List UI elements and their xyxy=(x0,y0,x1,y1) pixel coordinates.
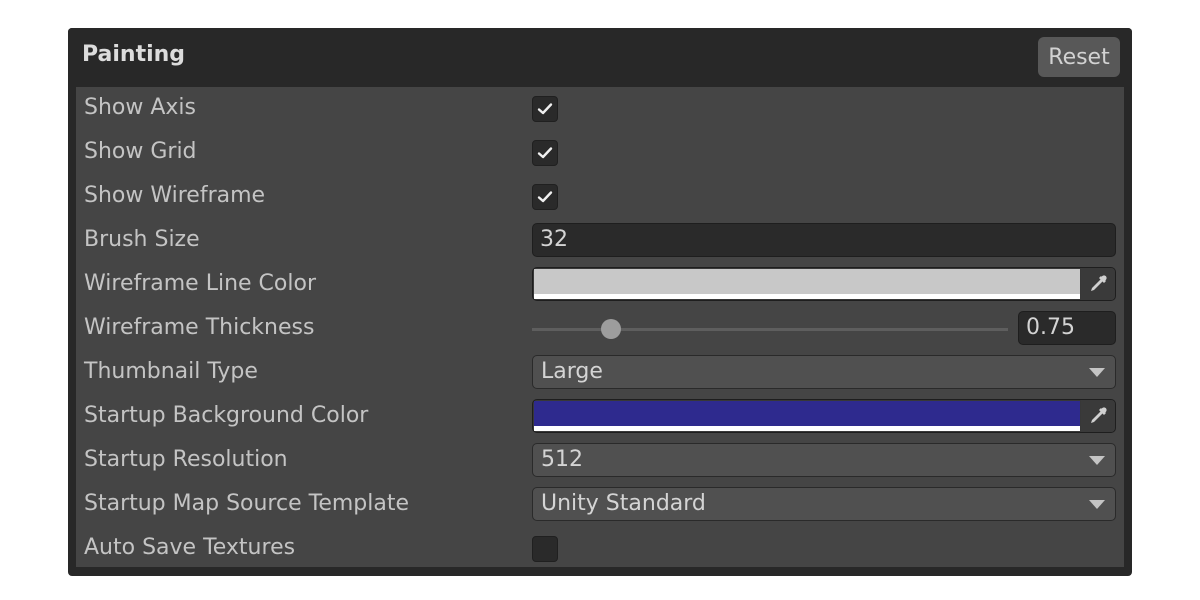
thumbnail-type-value: Large xyxy=(541,359,603,384)
row-wireframe-line-color: Wireframe Line Color xyxy=(76,263,1124,307)
eyedropper-button[interactable] xyxy=(1081,400,1115,432)
eyedropper-button[interactable] xyxy=(1081,268,1115,300)
startup-resolution-dropdown[interactable]: 512 xyxy=(532,443,1116,477)
wireframe-thickness-input[interactable]: 0.75 xyxy=(1018,311,1116,345)
chevron-down-icon xyxy=(1089,456,1105,465)
show-wireframe-checkbox[interactable] xyxy=(532,184,558,210)
thumbnail-type-label: Thumbnail Type xyxy=(84,359,258,384)
checkmark-icon xyxy=(537,103,553,115)
alpha-bar xyxy=(534,294,1080,299)
wireframe-thickness-slider-thumb[interactable] xyxy=(600,319,621,339)
show-grid-checkbox[interactable] xyxy=(532,140,558,166)
show-axis-checkbox[interactable] xyxy=(532,96,558,122)
wireframe-line-color-field[interactable] xyxy=(532,267,1116,301)
eyedropper-icon xyxy=(1091,407,1107,423)
startup-map-source-template-label: Startup Map Source Template xyxy=(84,491,410,516)
row-brush-size: Brush Size 32 xyxy=(76,219,1124,263)
chevron-down-icon xyxy=(1089,500,1105,509)
wireframe-thickness-label: Wireframe Thickness xyxy=(84,315,315,340)
startup-resolution-value: 512 xyxy=(541,447,583,472)
brush-size-input[interactable]: 32 xyxy=(532,223,1116,257)
row-startup-resolution: Startup Resolution 512 xyxy=(76,439,1124,483)
alpha-bar xyxy=(534,426,1080,431)
chevron-down-icon xyxy=(1089,368,1105,377)
wireframe-line-color-label: Wireframe Line Color xyxy=(84,271,316,296)
eyedropper-icon xyxy=(1091,275,1107,291)
row-show-axis: Show Axis xyxy=(76,87,1124,131)
panel-header: Painting Reset xyxy=(68,28,1132,86)
checkmark-icon xyxy=(537,191,553,203)
startup-resolution-label: Startup Resolution xyxy=(84,447,288,472)
painting-panel: Painting Reset Show Axis Show Grid Show … xyxy=(68,28,1132,576)
startup-background-color-field[interactable] xyxy=(532,399,1116,433)
row-startup-map-source-template: Startup Map Source Template Unity Standa… xyxy=(76,483,1124,527)
startup-map-source-template-dropdown[interactable]: Unity Standard xyxy=(532,487,1116,521)
checkmark-icon xyxy=(537,147,553,159)
auto-save-textures-checkbox[interactable] xyxy=(532,536,558,562)
settings-list: Show Axis Show Grid Show Wireframe Brush… xyxy=(76,87,1124,567)
reset-button[interactable]: Reset xyxy=(1038,37,1120,77)
row-startup-background-color: Startup Background Color xyxy=(76,395,1124,439)
row-show-grid: Show Grid xyxy=(76,131,1124,175)
thumbnail-type-dropdown[interactable]: Large xyxy=(532,355,1116,389)
auto-save-textures-label: Auto Save Textures xyxy=(84,535,296,560)
startup-background-color-label: Startup Background Color xyxy=(84,403,369,428)
show-wireframe-label: Show Wireframe xyxy=(84,183,266,208)
color-swatch[interactable] xyxy=(534,401,1080,426)
row-auto-save-textures: Auto Save Textures xyxy=(76,527,1124,571)
row-show-wireframe: Show Wireframe xyxy=(76,175,1124,219)
show-grid-label: Show Grid xyxy=(84,139,197,164)
brush-size-label: Brush Size xyxy=(84,227,200,252)
color-swatch[interactable] xyxy=(534,269,1080,294)
startup-map-source-template-value: Unity Standard xyxy=(541,491,706,516)
panel-title: Painting xyxy=(82,42,186,67)
row-thumbnail-type: Thumbnail Type Large xyxy=(76,351,1124,395)
show-axis-label: Show Axis xyxy=(84,95,196,120)
row-wireframe-thickness: Wireframe Thickness 0.75 xyxy=(76,307,1124,351)
